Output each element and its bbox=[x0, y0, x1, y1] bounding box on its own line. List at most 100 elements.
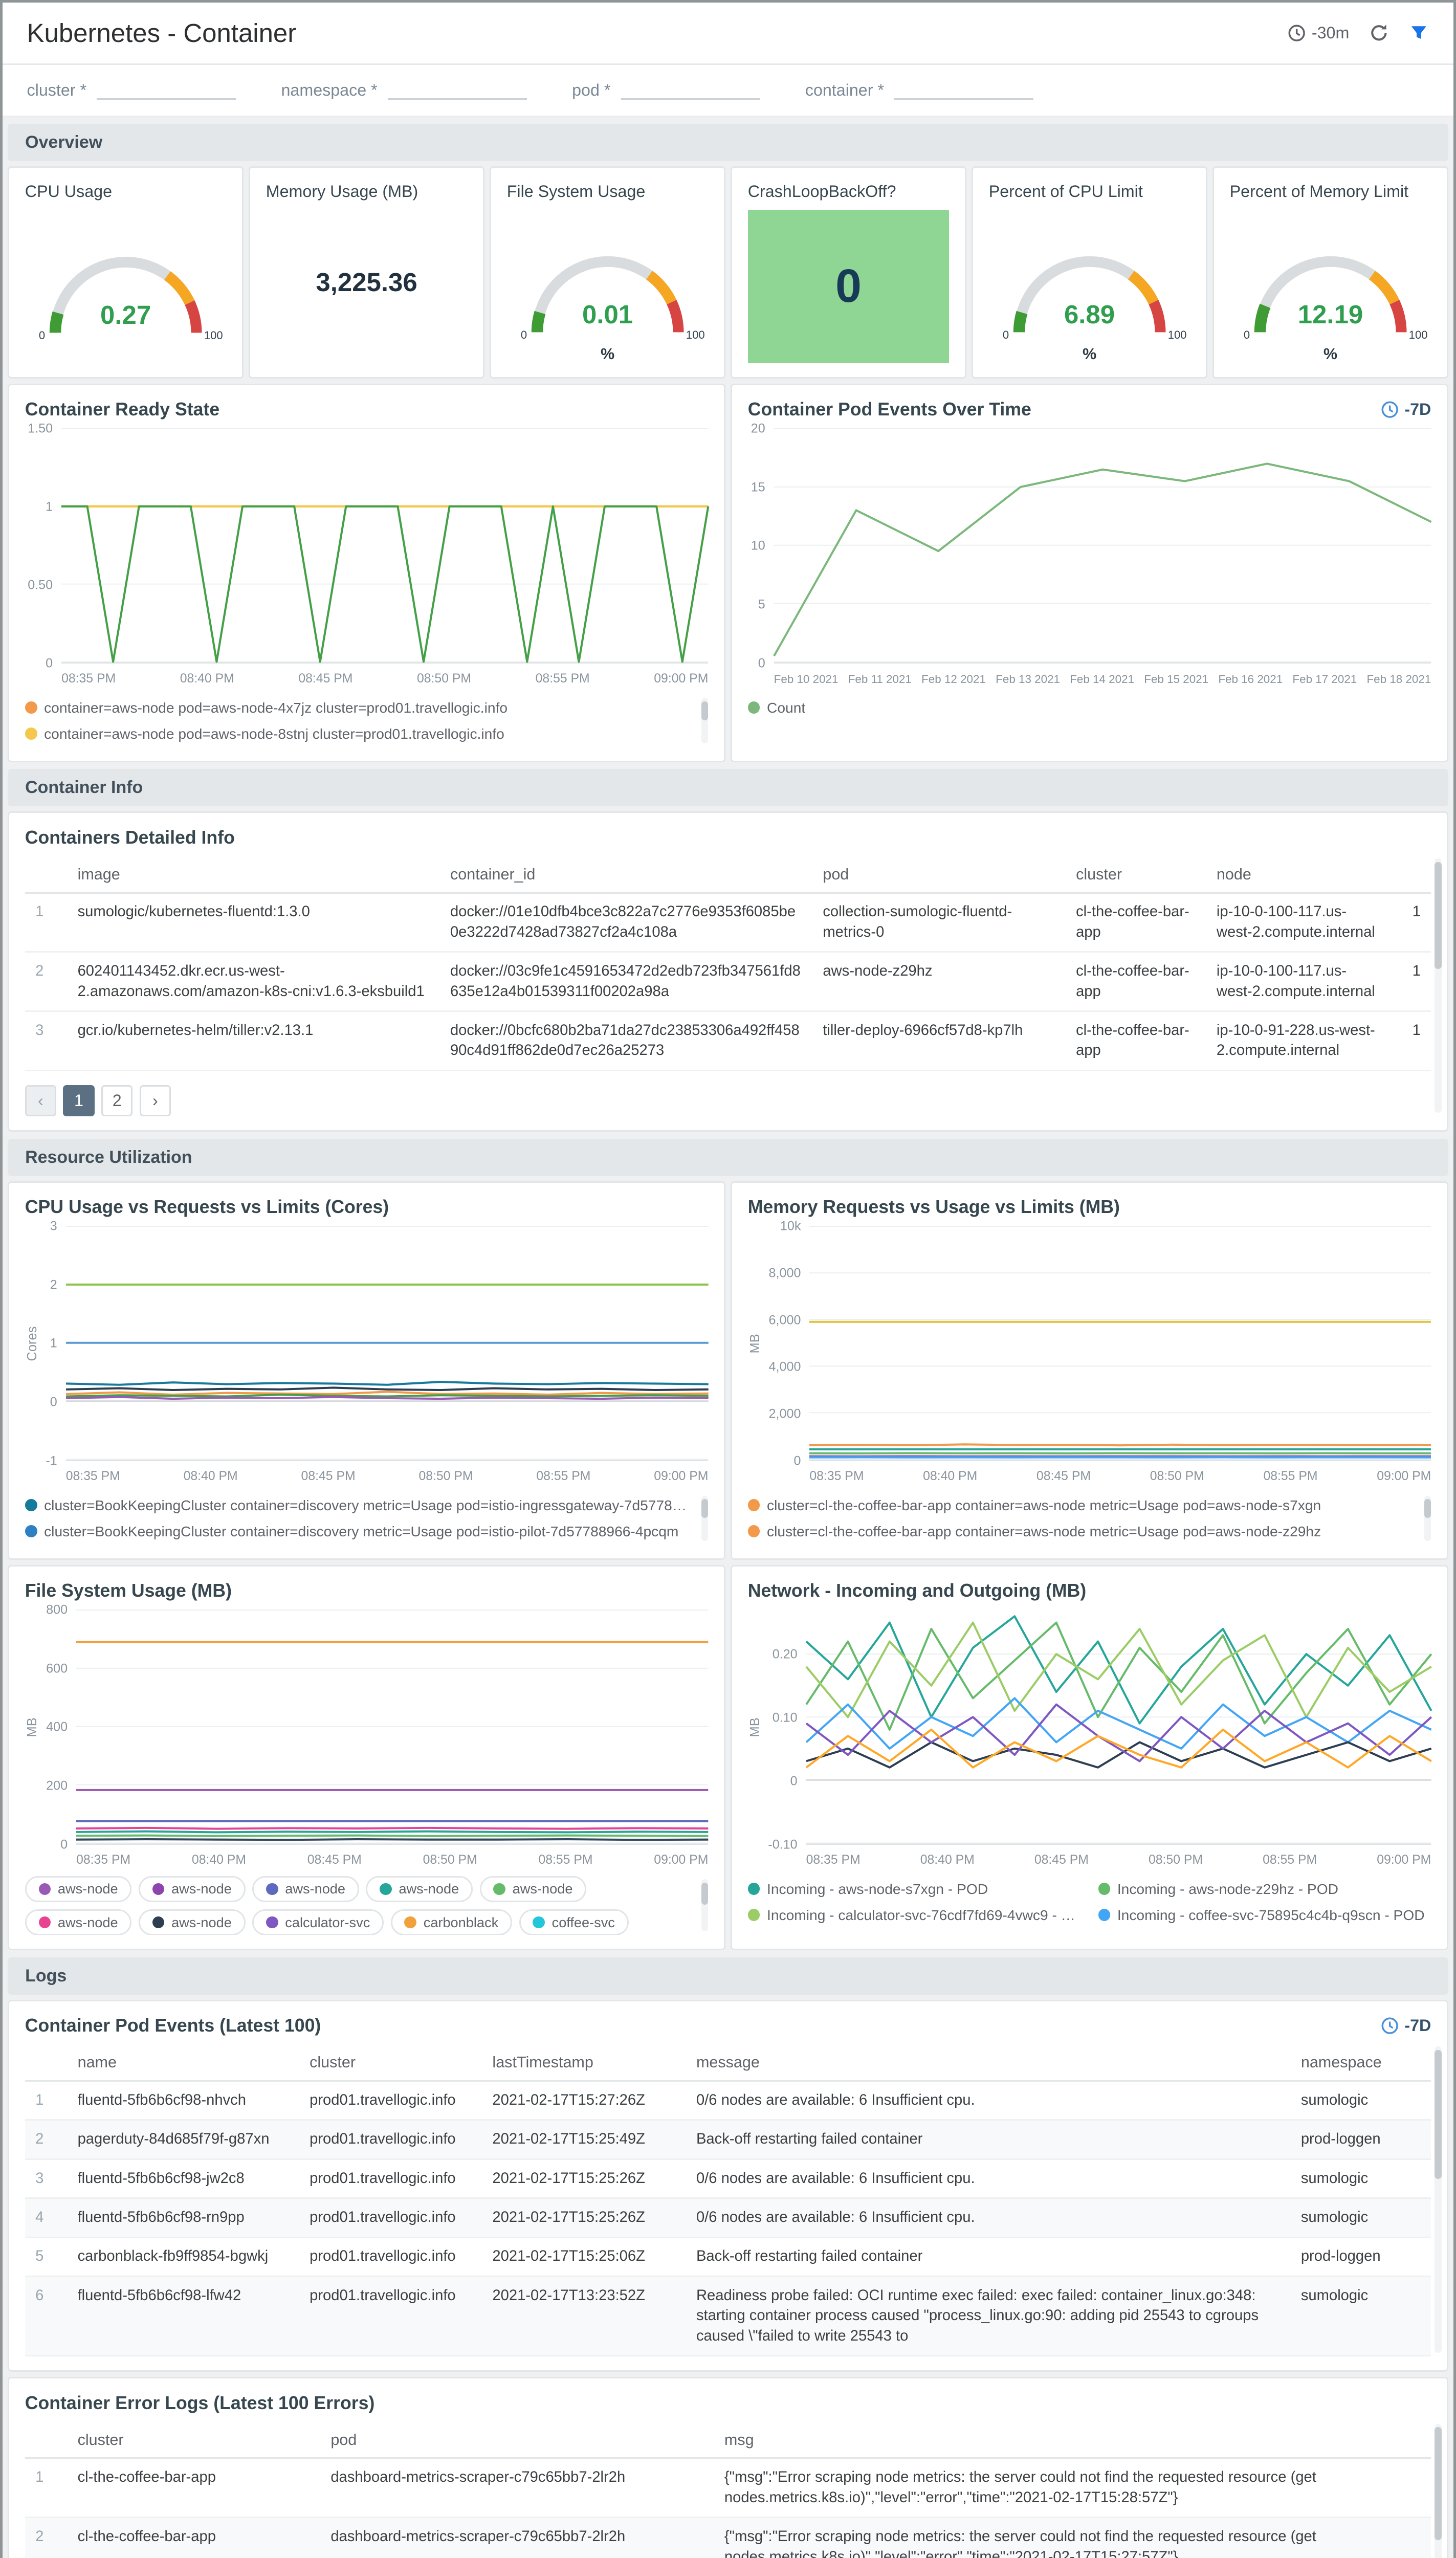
table-row[interactable]: 2 pagerduty-84d685f79f-g87xn prod01.travel… bbox=[25, 2120, 1431, 2160]
legend-item[interactable]: Incoming - calculator-svc-76cdf7fd69-4vw… bbox=[747, 1902, 1081, 1928]
legend-item[interactable]: container=aws-node pod=aws-node-8stnj cl… bbox=[25, 721, 693, 747]
legend-item[interactable]: Incoming - aws-node-z29hz - POD bbox=[1098, 1876, 1431, 1902]
column-header[interactable]: namespace bbox=[1290, 2045, 1431, 2082]
panel-containers-detailed-info: Containers Detailed Info image container_… bbox=[8, 811, 1448, 1132]
legend-label: container=aws-node pod=aws-node-4x7jz cl… bbox=[44, 699, 508, 716]
legend-item[interactable]: cluster=BookKeepingCluster container=dis… bbox=[25, 1492, 693, 1518]
legend-scrollbar[interactable] bbox=[701, 1879, 709, 1932]
legend-scrollbar[interactable] bbox=[701, 698, 709, 743]
pagination-page[interactable]: 1 bbox=[63, 1085, 95, 1117]
series-line bbox=[806, 1623, 1431, 1730]
table-row[interactable]: 1 cl-the-coffee-bar-app dashboard-metrics-… bbox=[25, 2458, 1431, 2519]
legend-item[interactable]: cluster=BookKeepingCluster container=dis… bbox=[25, 1518, 693, 1545]
cpu-chart: Cores -1 0 1 2 3 08:35 PM 08:40 PM 08:45 PM 08:50… bbox=[25, 1219, 709, 1484]
table-row[interactable]: 1 fluentd-5fb6b6cf98-nhvch prod01.travello… bbox=[25, 2081, 1431, 2121]
pagination-next[interactable]: › bbox=[139, 1085, 171, 1117]
column-header[interactable]: pod bbox=[812, 856, 1066, 894]
column-header[interactable]: node bbox=[1206, 856, 1389, 894]
table-scrollbar[interactable] bbox=[1435, 2046, 1442, 2353]
column-header[interactable] bbox=[1388, 856, 1431, 894]
error-logs-table: cluster pod msg 1 cl-the-coffee-bar-app dashb… bbox=[25, 2422, 1431, 2558]
column-header[interactable]: cluster bbox=[1065, 856, 1206, 894]
legend-label: coffee-svc bbox=[551, 1914, 615, 1930]
gauge-min-label: 0 bbox=[520, 328, 527, 341]
filter-namespace-input[interactable] bbox=[388, 77, 527, 100]
panel-title: Container Pod Events Over Time bbox=[747, 399, 1031, 420]
panel-cpu-usage-requests-limits: CPU Usage vs Requests vs Limits (Cores) … bbox=[8, 1181, 725, 1560]
column-header[interactable]: cluster bbox=[67, 2422, 320, 2459]
legend-chip[interactable]: calculator-svc bbox=[252, 1909, 384, 1935]
column-header[interactable]: lastTimestamp bbox=[482, 2045, 686, 2082]
column-header[interactable]: name bbox=[67, 2045, 299, 2082]
y-tick-label: 10k bbox=[780, 1219, 801, 1233]
filter-cluster: cluster * bbox=[27, 77, 236, 100]
card-title: File System Usage bbox=[506, 182, 646, 201]
row-index: 5 bbox=[25, 2237, 68, 2277]
table-row[interactable]: 1 sumologic/kubernetes-fluentd:1.3.0 docke… bbox=[25, 893, 1431, 953]
panel-time-range[interactable]: -7D bbox=[1380, 2016, 1431, 2035]
filter-container-input[interactable] bbox=[894, 77, 1034, 100]
column-header[interactable]: msg bbox=[714, 2422, 1431, 2459]
column-header[interactable]: pod bbox=[320, 2422, 714, 2459]
network-legend: Incoming - aws-node-s7xgn - POD Incoming … bbox=[747, 1876, 1431, 1928]
legend-scrollbar[interactable] bbox=[1424, 1495, 1431, 1541]
legend-item[interactable]: cluster=cl-the-coffee-bar-app container=… bbox=[747, 1492, 1416, 1518]
legend-chip[interactable]: aws-node bbox=[366, 1876, 473, 1903]
legend-item[interactable]: cluster=cl-the-coffee-bar-app container=… bbox=[747, 1518, 1416, 1545]
legend-chip[interactable]: aws-node bbox=[138, 1909, 246, 1935]
legend-chip[interactable]: carbonblack bbox=[390, 1909, 512, 1935]
table-row[interactable]: 6 fluentd-5fb6b6cf98-lfw42 prod01.travello… bbox=[25, 2276, 1431, 2357]
table-row[interactable]: 2 602401143452.dkr.ecr.us-west-2.amazonaw… bbox=[25, 952, 1431, 1012]
row-index: 4 bbox=[25, 2198, 68, 2238]
legend-item[interactable]: Incoming - coffee-svc-75895c4c4b-q9scn -… bbox=[1098, 1902, 1431, 1928]
column-header[interactable]: message bbox=[686, 2045, 1291, 2082]
card-title: Memory Usage (MB) bbox=[266, 182, 418, 201]
legend-scrollbar[interactable] bbox=[701, 1495, 709, 1541]
legend-chip[interactable]: aws-node bbox=[252, 1876, 359, 1903]
pagination-prev[interactable]: ‹ bbox=[25, 1085, 56, 1117]
row-index: 1 bbox=[25, 893, 68, 953]
legend-chip[interactable]: aws-node bbox=[479, 1876, 587, 1903]
filter-button[interactable] bbox=[1408, 23, 1429, 43]
column-header[interactable]: cluster bbox=[299, 2045, 482, 2082]
table-row[interactable]: 4 fluentd-5fb6b6cf98-rn9pp prod01.travello… bbox=[25, 2198, 1431, 2238]
filter-label: namespace * bbox=[281, 81, 378, 100]
x-tick-label: 08:35 PM bbox=[61, 671, 116, 686]
table-cell: docker://03c9fe1c4591653472d2edb723fb347… bbox=[439, 952, 812, 1012]
gauge-max-label: 100 bbox=[204, 328, 223, 342]
x-tick-label: 08:40 PM bbox=[191, 1853, 246, 1867]
table-cell: 2021-02-17T15:25:06Z bbox=[482, 2237, 686, 2277]
legend-chip[interactable]: aws-node bbox=[25, 1876, 132, 1903]
table-row[interactable]: 2 cl-the-coffee-bar-app dashboard-metrics-… bbox=[25, 2517, 1431, 2558]
table-cell: 1 bbox=[1388, 952, 1431, 1012]
legend-chip[interactable]: aws-node bbox=[25, 1909, 132, 1935]
x-tick-label: 08:40 PM bbox=[180, 671, 234, 686]
series-line bbox=[76, 1832, 708, 1833]
time-range-control[interactable]: -30m bbox=[1287, 24, 1349, 42]
legend-item[interactable]: container=aws-node pod=aws-node-4x7jz cl… bbox=[25, 695, 693, 721]
panel-time-range[interactable]: -7D bbox=[1380, 400, 1431, 419]
table-row[interactable]: 5 carbonblack-fb9ff9854-bgwkj prod01.trave… bbox=[25, 2237, 1431, 2277]
refresh-button[interactable] bbox=[1369, 23, 1389, 43]
table-scrollbar[interactable] bbox=[1435, 2423, 1442, 2558]
column-header[interactable]: image bbox=[67, 856, 440, 894]
gauge-value: 0.01 bbox=[582, 300, 633, 329]
table-row[interactable]: 3 gcr.io/kubernetes-helm/tiller:v2.13.1 do… bbox=[25, 1011, 1431, 1071]
table-scrollbar[interactable] bbox=[1435, 858, 1442, 1113]
legend-chip[interactable]: aws-node bbox=[138, 1876, 246, 1903]
column-header[interactable]: container_id bbox=[439, 856, 812, 894]
table-cell: prod01.travellogic.info bbox=[299, 2237, 482, 2277]
gauge-unit: % bbox=[1323, 345, 1338, 363]
legend-item[interactable]: Count bbox=[747, 695, 1431, 721]
data-table: image container_id pod cluster node 1 sumologi… bbox=[25, 856, 1431, 1071]
filter-cluster-input[interactable] bbox=[97, 77, 236, 100]
clock-icon bbox=[1381, 2017, 1398, 2034]
table-row[interactable]: 3 fluentd-5fb6b6cf98-jw2c8 prod01.travello… bbox=[25, 2159, 1431, 2199]
row-index: 2 bbox=[25, 952, 68, 1012]
filter-pod-input[interactable] bbox=[621, 77, 760, 100]
legend-label: aws-node bbox=[171, 1881, 232, 1897]
y-tick-label: 3 bbox=[50, 1219, 57, 1233]
legend-item[interactable]: Incoming - aws-node-s7xgn - POD bbox=[747, 1876, 1081, 1902]
legend-chip[interactable]: coffee-svc bbox=[519, 1909, 629, 1935]
pagination-page[interactable]: 2 bbox=[101, 1085, 133, 1117]
